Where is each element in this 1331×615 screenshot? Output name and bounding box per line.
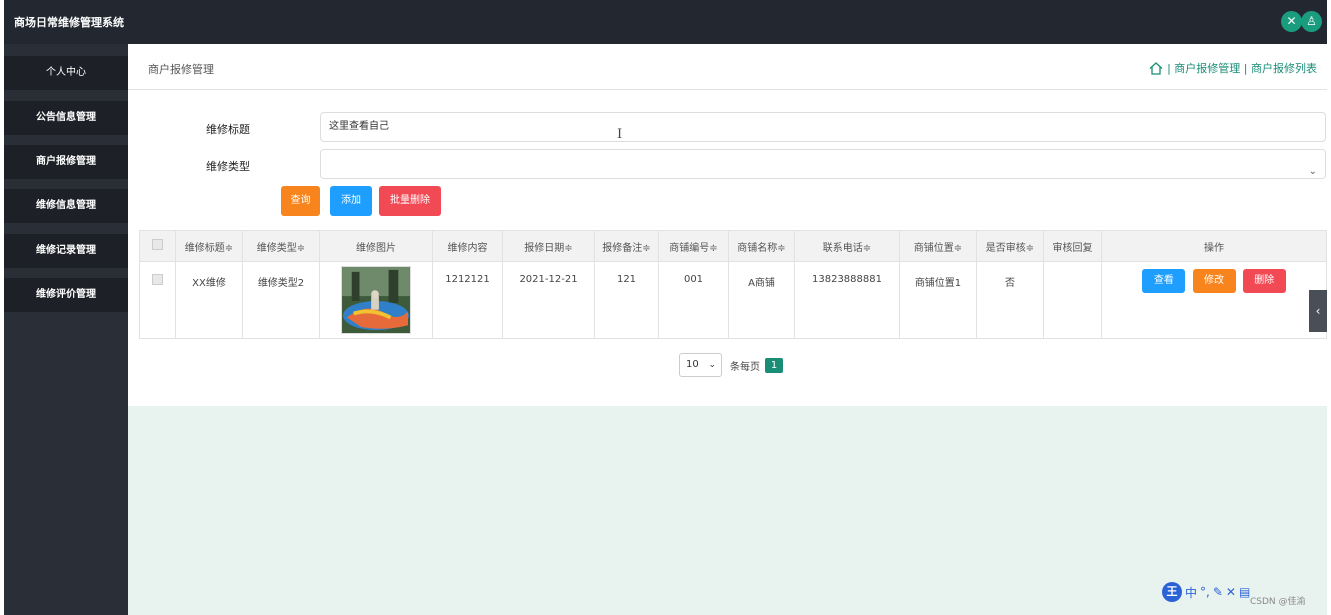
cell-ops: 查看 修改 删除 [1101, 261, 1327, 339]
col-header[interactable]: 报修日期≑ [502, 230, 595, 262]
type-select[interactable]: ⌄ [320, 149, 1326, 179]
batch-delete-button[interactable]: 批量删除 [379, 186, 441, 216]
chevron-down-icon: ⌄ [1308, 166, 1317, 177]
sidebar-item-notice[interactable]: 公告信息管理 [4, 101, 128, 135]
col-header: 维修图片 [319, 230, 433, 262]
per-page-label: 条每页 [730, 361, 760, 373]
title-input[interactable]: 这里查看自己 I [320, 112, 1326, 142]
cell-type: 维修类型2 [242, 261, 320, 339]
cell-image [319, 261, 433, 339]
page-number[interactable]: 1 [765, 357, 783, 373]
cell-reply [1043, 261, 1102, 339]
cell-content: 1212121 [432, 261, 503, 339]
col-header[interactable]: 商铺位置≑ [899, 230, 977, 262]
col-header: 维修内容 [432, 230, 503, 262]
page-title: 商户报修管理 [148, 63, 214, 76]
sidebar-item-repair-review[interactable]: 维修评价管理 [4, 278, 128, 312]
col-header[interactable]: 商铺编号≑ [658, 230, 729, 262]
sidebar: 个人中心 公告信息管理 商户报修管理 维修信息管理 维修记录管理 维修评价管理 [4, 44, 128, 615]
col-header: 审核回复 [1043, 230, 1102, 262]
cell-location: 商铺位置1 [899, 261, 977, 339]
view-button[interactable]: 查看 [1142, 269, 1186, 293]
breadcrumb[interactable]: | 商户报修管理 | 商户报修列表 [1149, 60, 1317, 76]
add-button[interactable]: 添加 [330, 186, 372, 216]
chevron-down-icon: ⌄ [708, 360, 716, 370]
delete-button[interactable]: 删除 [1242, 269, 1286, 293]
cell-phone: 13823888881 [794, 261, 900, 339]
sidebar-item-merchant-repair[interactable]: 商户报修管理 [4, 145, 128, 179]
col-header[interactable]: 联系电话≑ [794, 230, 900, 262]
ime-keyboard-icon[interactable]: ▤ [1239, 585, 1250, 599]
main-area: 商户报修管理 | 商户报修管理 | 商户报修列表 维修标题 这里查看自己 I 维… [128, 44, 1327, 615]
cell-date: 2021-12-21 [502, 261, 595, 339]
page-size-value: 10 [686, 359, 699, 370]
cell-audited: 否 [976, 261, 1044, 339]
ime-logo-icon[interactable]: 王 [1162, 582, 1182, 602]
col-header[interactable]: 报修备注≑ [594, 230, 659, 262]
col-header[interactable]: 维修类型≑ [242, 230, 320, 262]
expand-icon[interactable]: ✕ [1281, 11, 1302, 32]
select-all-checkbox[interactable] [152, 239, 163, 250]
breadcrumb-text[interactable]: | 商户报修管理 | 商户报修列表 [1167, 60, 1317, 76]
text-cursor-icon: I [617, 127, 623, 142]
cell-shop-name: A商铺 [728, 261, 795, 339]
cell-remark: 121 [594, 261, 659, 339]
sidebar-item-repair-info[interactable]: 维修信息管理 [4, 189, 128, 223]
user-icon[interactable]: ♙ [1301, 11, 1322, 32]
home-icon[interactable] [1149, 61, 1163, 75]
top-bar: 商场日常维修管理系统 ✕ ♙ [4, 0, 1327, 44]
chevron-left-icon: ‹ [1315, 304, 1321, 318]
col-header[interactable]: 维修标题≑ [175, 230, 243, 262]
app-title: 商场日常维修管理系统 [14, 16, 124, 29]
title-label: 维修标题 [206, 123, 250, 136]
table-row: XX维修 维修类型2 1212121 2021-12-21 121 001 A商… [139, 261, 1327, 339]
col-header[interactable]: 是否审核≑ [976, 230, 1044, 262]
repair-table: 维修标题≑ 维修类型≑ 维修图片 维修内容 报修日期≑ 报修备注≑ 商铺编号≑ … [139, 230, 1327, 339]
type-label: 维修类型 [206, 160, 250, 173]
collapse-toggle[interactable]: ‹ [1309, 290, 1327, 332]
row-select-cell[interactable] [139, 261, 176, 339]
edit-button[interactable]: 修改 [1192, 269, 1236, 293]
select-all-cell[interactable] [139, 230, 176, 262]
cell-title: XX维修 [175, 261, 243, 339]
col-header[interactable]: 商铺名称≑ [728, 230, 795, 262]
page-size-select[interactable]: 10 ⌄ [679, 353, 722, 377]
row-checkbox[interactable] [152, 274, 163, 285]
cell-shop-no: 001 [658, 261, 729, 339]
query-button[interactable]: 查询 [281, 186, 320, 216]
ime-close-icon[interactable]: ✕ [1226, 585, 1236, 599]
repair-photo[interactable] [341, 266, 411, 334]
table-header-row: 维修标题≑ 维修类型≑ 维修图片 维修内容 报修日期≑ 报修备注≑ 商铺编号≑ … [139, 230, 1327, 262]
page-header: 商户报修管理 | 商户报修管理 | 商户报修列表 [128, 44, 1327, 90]
ime-toolbar[interactable]: 王 中 °, ✎ ✕ ▤ [1162, 582, 1250, 602]
pagination: 10 ⌄ 条每页 1 [679, 353, 783, 377]
ime-pen-icon[interactable]: ✎ [1213, 585, 1223, 599]
watermark: CSDN @佳渝 [1250, 597, 1306, 607]
sidebar-item-repair-record[interactable]: 维修记录管理 [4, 234, 128, 268]
ime-punctuation-icon[interactable]: °, [1200, 585, 1210, 599]
content-panel: 商户报修管理 | 商户报修管理 | 商户报修列表 维修标题 这里查看自己 I 维… [128, 44, 1327, 406]
title-input-value: 这里查看自己 [329, 121, 389, 132]
ime-chinese-toggle[interactable]: 中 [1185, 584, 1197, 601]
sidebar-item-personal[interactable]: 个人中心 [4, 56, 128, 90]
col-header: 操作 [1101, 230, 1327, 262]
